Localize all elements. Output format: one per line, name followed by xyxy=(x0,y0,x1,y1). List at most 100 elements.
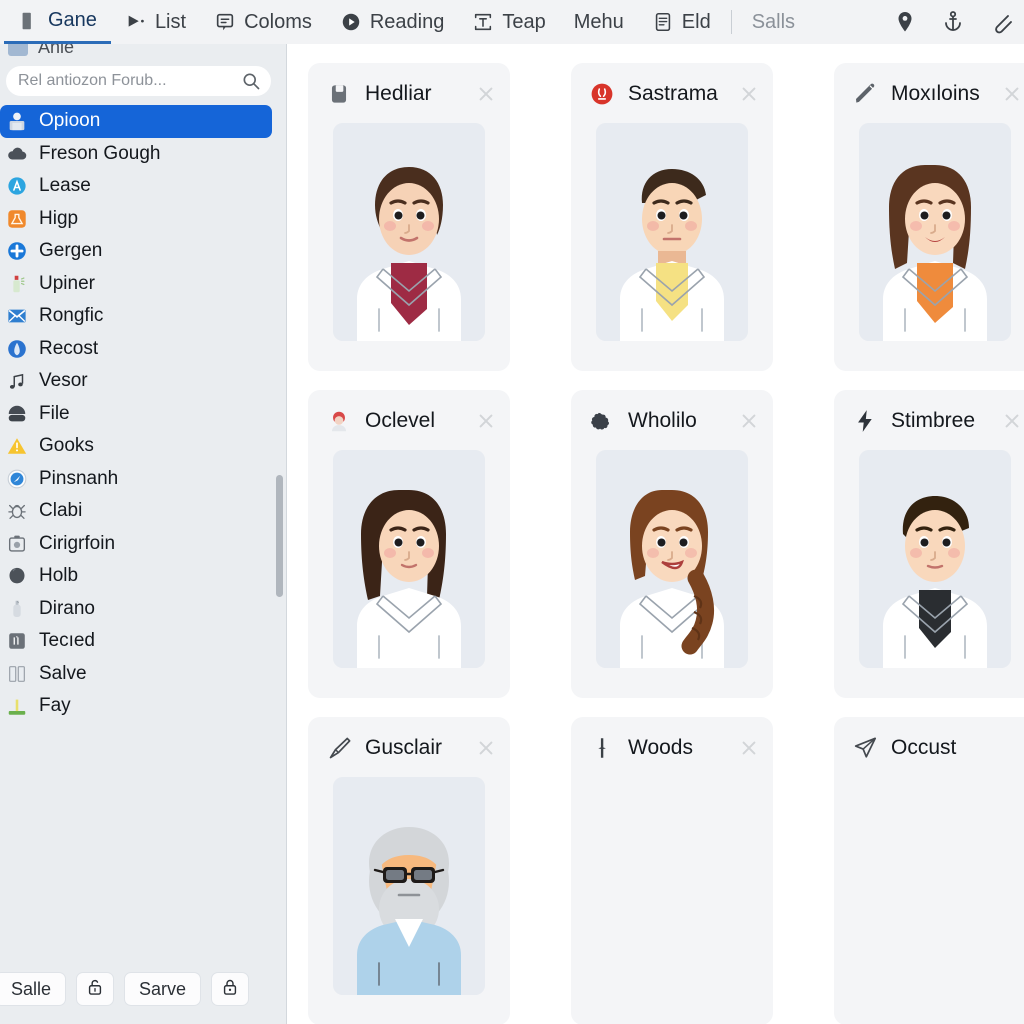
toolbar-item-reading[interactable]: Reading xyxy=(326,0,459,44)
close-icon[interactable] xyxy=(1002,84,1022,104)
close-icon[interactable] xyxy=(739,738,759,758)
sidebar-item-gergen[interactable]: Gergen xyxy=(0,235,272,268)
sidebar-item-label: Clabi xyxy=(39,500,83,522)
paperclip-icon[interactable] xyxy=(988,8,1014,36)
card-mox-loins[interactable]: Moxıloins xyxy=(834,63,1024,371)
card-header: Hedliar xyxy=(308,63,510,125)
toolbar-divider xyxy=(730,10,732,34)
toolbar-item-mehu[interactable]: Mehu xyxy=(560,0,638,44)
lock-open-icon xyxy=(85,977,105,1002)
footer-button-label: Sarve xyxy=(139,978,187,999)
sidebar-item-label: Lease xyxy=(39,175,91,197)
sidebar-item-opioon[interactable]: Opioon xyxy=(0,105,272,138)
card-gusclair[interactable]: Gusclair xyxy=(308,717,510,1024)
tree-icon xyxy=(589,735,615,761)
card-sastrama[interactable]: Sastrama xyxy=(571,63,773,371)
sidebar-item-label: Gooks xyxy=(39,435,94,457)
sidebar-item-rongfic[interactable]: Rongfic xyxy=(0,300,272,333)
sidebar-footer-toolbar: Salle Sarve xyxy=(0,972,286,1006)
card-woods[interactable]: Woods xyxy=(571,717,773,1024)
lock-closed-icon xyxy=(220,977,240,1002)
top-toolbar: Gane List Coloms Reading Teap Mehu Eld Salls xyxy=(0,0,1024,44)
two-columns-icon xyxy=(5,662,28,685)
toolbar-item-teap[interactable]: Teap xyxy=(458,0,559,44)
close-icon[interactable] xyxy=(739,84,759,104)
sidebar-item-label: Recost xyxy=(39,337,99,359)
toolbar-item-label: Teap xyxy=(502,10,546,33)
avatar xyxy=(333,777,485,995)
avatar xyxy=(333,123,485,341)
card-wholilo[interactable]: Wholilo xyxy=(571,390,773,698)
toolbar-item-label: Gane xyxy=(48,9,97,31)
card-body xyxy=(333,123,485,341)
card-title: Oclevel xyxy=(365,409,436,432)
sidebar-item-dirano[interactable]: Dirano xyxy=(0,593,272,626)
sidebar-item-higp[interactable]: Higp xyxy=(0,203,272,236)
footer-button-sarve[interactable]: Sarve xyxy=(124,972,202,1006)
close-icon[interactable] xyxy=(739,411,759,431)
sidebar-item-holb[interactable]: Holb xyxy=(0,560,272,593)
toolbar-item-salls[interactable]: Salls xyxy=(738,0,809,44)
sidebar-item-vesor[interactable]: Vesor xyxy=(0,365,272,398)
red-hood-icon xyxy=(326,408,352,434)
sidebar-scrollbar-thumb[interactable] xyxy=(276,475,283,597)
card-title: Wholilo xyxy=(628,409,697,432)
card-oclevel[interactable]: Oclevel xyxy=(308,390,510,698)
location-pin-icon[interactable] xyxy=(892,8,918,36)
app-window: Anie OpioonFreson GoughLeaseHigpGergenUp… xyxy=(0,0,1024,1024)
pen-nib-icon xyxy=(326,735,352,761)
toolbar-item-eld[interactable]: Eld xyxy=(638,0,725,44)
close-icon[interactable] xyxy=(476,738,496,758)
sidebar-item-upiner[interactable]: Upiner xyxy=(0,268,272,301)
toolbar-item-coloms[interactable]: Coloms xyxy=(200,0,326,44)
sidebar-item-pinsnanh[interactable]: Pinsnanh xyxy=(0,463,272,496)
sidebar-item-fay[interactable]: Fay xyxy=(0,690,272,723)
sidebar-item-label: Cirigrfoin xyxy=(39,532,116,554)
card-header: Occust xyxy=(834,717,1024,779)
lock-closed-button[interactable] xyxy=(211,972,250,1006)
document-icon xyxy=(652,11,674,33)
sidebar: Anie OpioonFreson GoughLeaseHigpGergenUp… xyxy=(0,0,287,1024)
sidebar-item-tec-ed[interactable]: Tecıed xyxy=(0,625,272,658)
letter-a-circle-icon xyxy=(5,175,28,198)
card-grid: Hedliar Sastrama Moxıloins Oclevel Wholi… xyxy=(308,63,1024,1024)
card-occust[interactable]: Occust xyxy=(834,717,1024,1024)
search-input[interactable] xyxy=(18,72,241,90)
sidebar-item-lease[interactable]: Lease xyxy=(0,170,272,203)
save-disk-icon xyxy=(326,81,352,107)
camera-frame-icon xyxy=(5,532,28,555)
avatar xyxy=(596,123,748,341)
sidebar-item-clabi[interactable]: Clabi xyxy=(0,495,272,528)
sidebar-item-file[interactable]: File xyxy=(0,398,272,431)
anchor-icon[interactable] xyxy=(940,8,966,36)
toolbar-item-label: Coloms xyxy=(244,10,312,33)
sidebar-item-freson-gough[interactable]: Freson Gough xyxy=(0,138,272,171)
lightning-icon xyxy=(852,408,878,434)
sidebar-item-label: Fay xyxy=(39,695,71,717)
sidebar-item-recost[interactable]: Recost xyxy=(0,333,272,366)
toolbar-item-list[interactable]: List xyxy=(111,0,200,44)
close-icon[interactable] xyxy=(476,411,496,431)
sidebar-item-cirigrfoin[interactable]: Cirigrfoin xyxy=(0,528,272,561)
card-header: Sastrama xyxy=(571,63,773,125)
search-icon[interactable] xyxy=(241,71,261,91)
card-body xyxy=(596,123,748,341)
card-stimbree[interactable]: Stimbree xyxy=(834,390,1024,698)
card-hedliar[interactable]: Hedliar xyxy=(308,63,510,371)
lock-open-button[interactable] xyxy=(76,972,115,1006)
sidebar-item-label: Vesor xyxy=(39,370,88,392)
sidebar-item-gooks[interactable]: Gooks xyxy=(0,430,272,463)
close-icon[interactable] xyxy=(1002,411,1022,431)
comment-box-icon xyxy=(214,11,236,33)
card-header: Woods xyxy=(571,717,773,779)
toolbar-item-label: Reading xyxy=(369,10,445,33)
sidebar-item-salve[interactable]: Salve xyxy=(0,658,272,691)
card-header: Moxıloins xyxy=(834,63,1024,125)
compass-icon xyxy=(5,467,28,490)
footer-button-salle[interactable]: Salle xyxy=(0,972,67,1006)
search-box[interactable] xyxy=(6,66,271,96)
card-body xyxy=(333,450,485,668)
close-icon[interactable] xyxy=(476,84,496,104)
toolbar-item-gane[interactable]: Gane xyxy=(4,0,111,44)
warning-triangle-icon xyxy=(5,435,28,458)
